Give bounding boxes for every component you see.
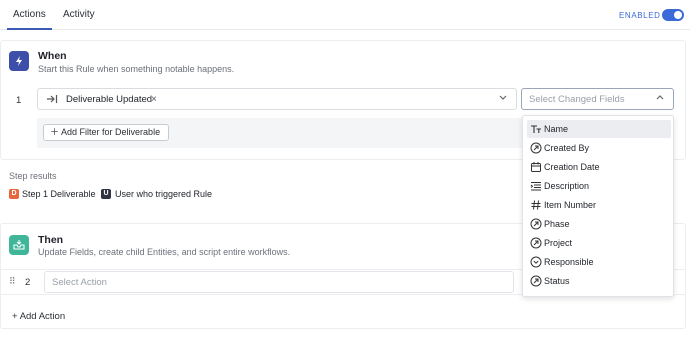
changed-fields-dropdown: Name Created By Creation Date Descriptio… (522, 115, 674, 297)
dropdown-item-description[interactable]: Description (527, 177, 671, 195)
tab-activity[interactable]: Activity (63, 9, 95, 20)
then-subtitle: Update Fields, create child Entities, an… (38, 247, 291, 257)
dropdown-item-label: Project (544, 238, 573, 248)
dropdown-item-status[interactable]: Status (527, 272, 671, 290)
arrow-circle-icon (530, 275, 542, 287)
then-title: Then (38, 234, 64, 246)
dropdown-item-created-by[interactable]: Created By (527, 139, 671, 157)
tab-actions[interactable]: Actions (13, 9, 46, 20)
step-results-label: Step results (9, 171, 57, 181)
tab-bar: Actions Activity ENABLED (0, 0, 690, 30)
step-result-deliverable[interactable]: Step 1 Deliverable (22, 189, 96, 199)
dropdown-item-phase[interactable]: Phase (527, 215, 671, 233)
trigger-chip-label: Deliverable Updated (66, 94, 153, 105)
add-filter-label: Add Filter for Deliverable (61, 127, 161, 137)
dropdown-item-responsible[interactable]: Responsible (527, 253, 671, 271)
dropdown-item-label: Item Number (544, 200, 597, 210)
add-action-button[interactable]: + Add Action (12, 311, 65, 322)
lightning-icon (9, 51, 29, 71)
enabled-label: ENABLED (619, 11, 661, 20)
drag-handle-icon[interactable]: ⠿ (9, 276, 16, 287)
chevron-up-icon[interactable] (655, 94, 665, 105)
deliverable-badge: D (9, 189, 19, 199)
toggle-knob (674, 11, 682, 19)
when-subtitle: Start this Rule when something notable h… (38, 64, 235, 74)
dropdown-item-label: Phase (544, 219, 570, 229)
dropdown-item-label: Description (544, 181, 590, 191)
dropdown-item-project[interactable]: Project (527, 234, 671, 252)
add-action-label: Add Action (19, 311, 66, 322)
user-badge: U (101, 189, 111, 199)
text-type-icon (530, 123, 542, 135)
dropdown-item-name[interactable]: Name (527, 120, 671, 138)
action-select[interactable] (44, 271, 514, 293)
step-result-user[interactable]: User who triggered Rule (115, 189, 212, 199)
remove-trigger-icon[interactable]: × (151, 94, 157, 105)
dropdown-item-label: Creation Date (544, 162, 600, 172)
add-filter-button[interactable]: ＋ Add Filter for Deliverable (43, 124, 169, 141)
hash-icon (530, 199, 542, 211)
step-number-1: 1 (16, 95, 22, 106)
plus-icon: ＋ (50, 127, 60, 137)
chevron-down-icon[interactable] (498, 94, 508, 105)
dropdown-item-label: Created By (544, 143, 590, 153)
calendar-icon (530, 161, 542, 173)
user-circle-icon (530, 142, 542, 154)
dropdown-item-item-number[interactable]: Item Number (527, 196, 671, 214)
enabled-toggle[interactable] (662, 9, 684, 21)
changed-fields-placeholder: Select Changed Fields (529, 94, 625, 105)
arrow-circle-icon (530, 237, 542, 249)
dropdown-item-label: Responsible (544, 257, 594, 267)
chevron-circle-icon (530, 256, 542, 268)
arrow-circle-icon (530, 218, 542, 230)
dropdown-item-label: Status (544, 276, 570, 286)
plus-icon: + (12, 311, 18, 322)
dropdown-item-creation-date[interactable]: Creation Date (527, 158, 671, 176)
paragraph-icon (530, 180, 542, 192)
when-title: When (38, 50, 67, 62)
action-placeholder: Select Action (52, 277, 107, 288)
active-tab-indicator (7, 28, 52, 30)
dropdown-item-label: Name (544, 124, 569, 134)
trigger-arrow-icon (46, 94, 58, 107)
inbox-action-icon (9, 235, 29, 255)
step-number-2: 2 (25, 277, 31, 288)
